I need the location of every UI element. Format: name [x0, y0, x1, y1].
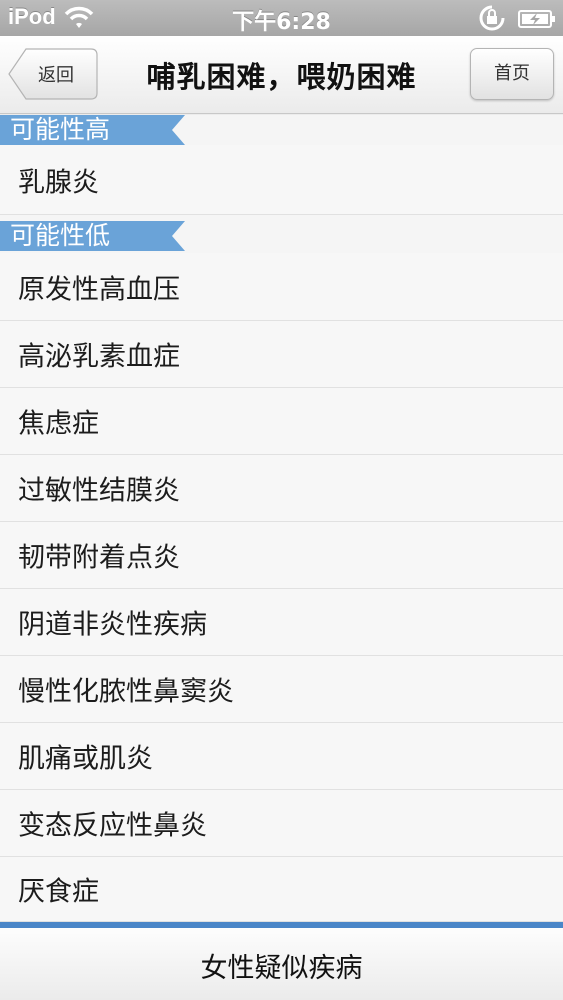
status-bar: iPod 下午6:28 [0, 0, 563, 36]
list-item-label: 厌食症 [18, 876, 99, 908]
page-title: 哺乳困难，喂奶困难 [146, 60, 417, 94]
list-item[interactable]: 高泌乳素血症 [0, 321, 563, 388]
list-item-label: 阴道非炎性疾病 [18, 609, 207, 641]
battery-icon [518, 9, 556, 28]
list-item[interactable]: 乳腺炎 [0, 145, 563, 215]
tab-female-suspected-diseases[interactable]: 女性疑似疾病 [0, 946, 563, 985]
section-header-low: 可能性低 [0, 221, 190, 251]
list-item-label: 焦虑症 [18, 408, 99, 440]
rotation-lock-icon [478, 4, 506, 32]
list-item[interactable]: 韧带附着点炎 [0, 522, 563, 589]
list-item[interactable]: 过敏性结膜炎 [0, 455, 563, 522]
list-item[interactable]: 原发性高血压 [0, 253, 563, 321]
list-item[interactable]: 变态反应性鼻炎 [0, 790, 563, 857]
list-item[interactable]: 厌食症 [0, 857, 563, 922]
list-item[interactable]: 阴道非炎性疾病 [0, 589, 563, 656]
list-item-label: 慢性化脓性鼻窦炎 [18, 676, 234, 708]
list-item-label: 过敏性结膜炎 [18, 475, 180, 507]
bottom-tab-bar: 女性疑似疾病 [0, 922, 563, 1000]
list-item-label: 乳腺炎 [18, 167, 99, 198]
list-item[interactable]: 肌痛或肌炎 [0, 723, 563, 790]
list-item-label: 韧带附着点炎 [18, 542, 180, 574]
section-header-label: 可能性低 [10, 221, 111, 250]
back-button-label: 返回 [38, 65, 74, 86]
list-item-label: 原发性高血压 [18, 274, 180, 305]
symptom-disease-list: 可能性高 乳腺炎 可能性低 原发性高血压 高泌乳素血症 焦虑症 过敏性结膜炎 韧… [0, 115, 563, 922]
list-item-label: 肌痛或肌炎 [18, 743, 153, 775]
back-button[interactable]: 返回 [8, 48, 98, 100]
nav-bar: 返回 哺乳困难，喂奶困难 首页 [0, 36, 563, 114]
list-item[interactable]: 焦虑症 [0, 388, 563, 455]
section-header-label: 可能性高 [10, 115, 111, 144]
home-button[interactable]: 首页 [470, 48, 554, 100]
list-item[interactable]: 慢性化脓性鼻窦炎 [0, 656, 563, 723]
section-header-high: 可能性高 [0, 115, 190, 145]
list-item-label: 变态反应性鼻炎 [18, 810, 207, 842]
list-item-label: 高泌乳素血症 [18, 341, 180, 373]
